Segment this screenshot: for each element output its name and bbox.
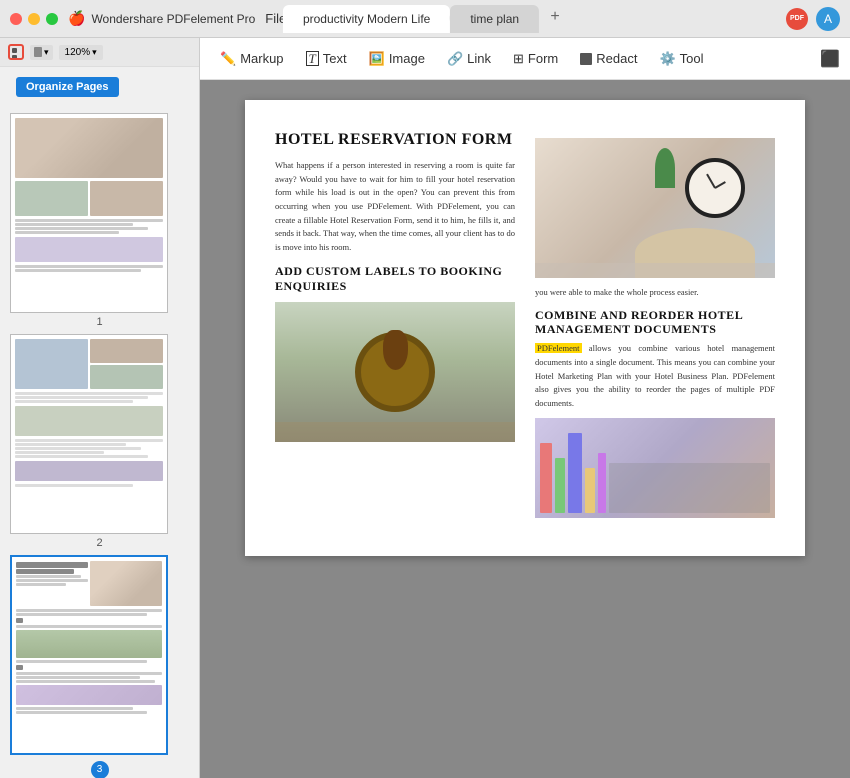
link-button[interactable]: 🔗 Link <box>437 47 501 71</box>
image-icon: 🖼️ <box>369 51 385 67</box>
toolbar: ✏️ Markup T Text 🖼️ Image 🔗 Link ⊞ Form <box>200 38 850 80</box>
form-icon: ⊞ <box>513 51 524 67</box>
page-number-3-container: 3 <box>10 759 189 778</box>
pdf-right-column: you were able to make the whole process … <box>535 130 775 526</box>
highlighted-word: PDFelement <box>535 343 582 353</box>
text-button[interactable]: T Text <box>296 47 357 70</box>
markup-icon: ✏️ <box>220 51 236 67</box>
app-name: Wondershare PDFelement Pro <box>91 12 255 26</box>
tool-button[interactable]: ⚙️ Tool <box>649 47 713 71</box>
organize-pages-label: Organize Pages <box>16 77 119 97</box>
pdf-page: HOTEL RESERVATION FORM What happens if a… <box>245 100 805 556</box>
tool-icon: ⚙️ <box>659 51 675 67</box>
page-thumb-1[interactable]: 1 <box>10 113 189 328</box>
pdf-content-area: HOTEL RESERVATION FORM What happens if a… <box>200 80 850 778</box>
new-tab-button[interactable]: + <box>543 5 567 29</box>
avatar[interactable]: A <box>816 7 840 31</box>
page-number-2: 2 <box>10 537 189 549</box>
pdf-image-books <box>535 418 775 518</box>
pdf-body-combine: PDFelement allows you combine various ho… <box>535 342 775 410</box>
tab-bar: productivity Modern Life time plan + <box>283 5 567 33</box>
grid-view-icon[interactable] <box>8 44 24 60</box>
pdf-body-text-right: you were able to make the whole process … <box>535 286 775 300</box>
minimize-button[interactable] <box>28 13 40 25</box>
form-button[interactable]: ⊞ Form <box>503 47 568 71</box>
text-icon: T <box>306 51 319 66</box>
traffic-lights <box>10 13 58 25</box>
page-thumb-3[interactable]: 3 <box>10 555 189 778</box>
page-thumb-2[interactable]: 2 <box>10 334 189 549</box>
expand-button[interactable]: ⬛ <box>820 49 840 69</box>
redact-button[interactable]: Redact <box>570 47 647 70</box>
image-button[interactable]: 🖼️ Image <box>359 47 435 71</box>
pdf-combine-heading: COMBINE AND REORDER HOTEL MANAGEMENT DOC… <box>535 308 775 337</box>
markup-button[interactable]: ✏️ Markup <box>210 47 294 71</box>
close-button[interactable] <box>10 13 22 25</box>
single-page-icon <box>34 47 42 57</box>
pdf-image-hotel-room <box>535 138 775 278</box>
title-bar-right: PDF A <box>786 7 840 31</box>
notification-badge[interactable]: PDF <box>786 8 808 30</box>
expand-icon: ⬛ <box>820 51 840 68</box>
tab-productivity[interactable]: productivity Modern Life <box>283 5 450 33</box>
apple-icon: 🍎 <box>68 10 85 27</box>
tab-timeplan[interactable]: time plan <box>450 5 539 33</box>
pdf-main-heading: HOTEL RESERVATION FORM <box>275 130 515 149</box>
pdf-subheading-1: ADD CUSTOM LABELS TO BOOKING ENQUIRIES <box>275 264 515 294</box>
app-branding: 🍎 Wondershare PDFelement Pro <box>68 10 255 27</box>
pdf-left-column: HOTEL RESERVATION FORM What happens if a… <box>275 130 515 526</box>
page-number-1: 1 <box>10 316 189 328</box>
page-badge-3: 3 <box>91 761 109 778</box>
page-view-toggle[interactable]: ▾ <box>30 45 53 60</box>
redact-icon <box>580 53 592 65</box>
maximize-button[interactable] <box>46 13 58 25</box>
zoom-control[interactable]: 120% ▾ <box>59 45 103 60</box>
link-icon: 🔗 <box>447 51 463 67</box>
pdf-body-text-1: What happens if a person interested in r… <box>275 159 515 254</box>
title-bar: 🍎 Wondershare PDFelement Pro File Edit V… <box>0 0 850 38</box>
pdf-image-pine-table <box>275 302 515 442</box>
